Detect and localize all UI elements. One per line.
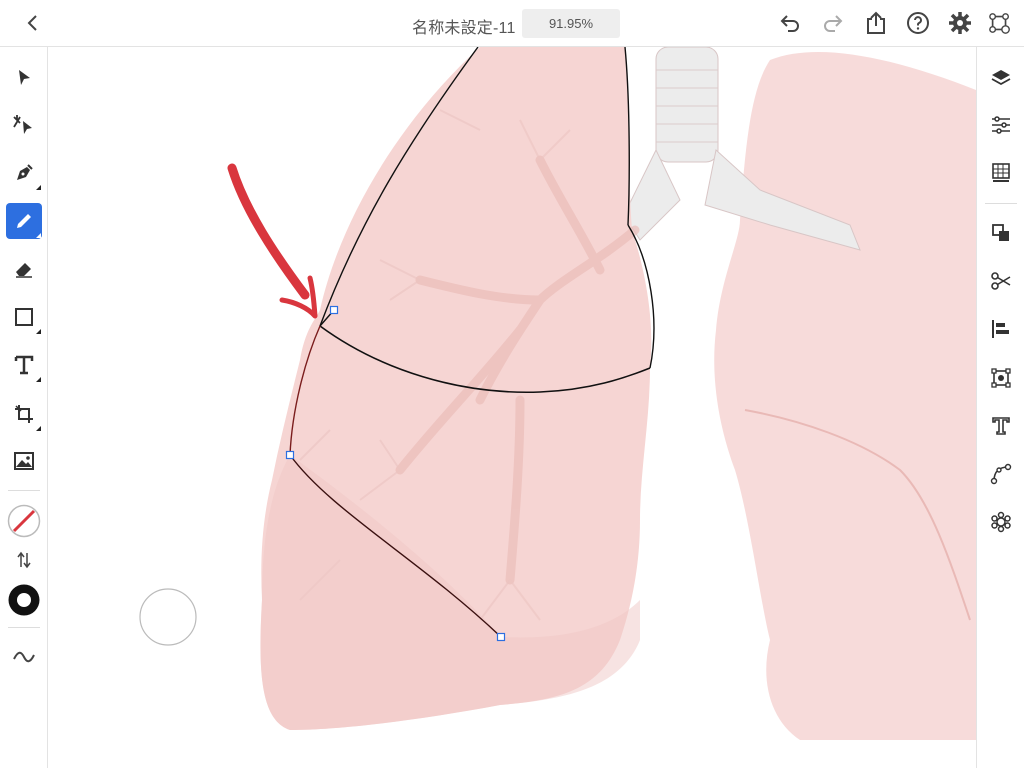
- properties-icon[interactable]: [987, 111, 1015, 139]
- undo-icon[interactable]: [778, 11, 802, 35]
- redo-icon[interactable]: [821, 11, 845, 35]
- artboard-canvas[interactable]: [48, 47, 976, 768]
- document-title[interactable]: 名称未設定-11: [412, 14, 516, 38]
- type-panel-icon[interactable]: [987, 412, 1015, 440]
- pencil-icon[interactable]: [6, 203, 42, 239]
- transform-grid-icon[interactable]: [987, 158, 1015, 186]
- repeat-icon[interactable]: [987, 508, 1015, 536]
- back-chevron-icon[interactable]: [20, 10, 46, 36]
- direct-selection-icon[interactable]: [6, 107, 42, 143]
- left-toolbar: [0, 47, 48, 768]
- rectangle-icon[interactable]: [6, 299, 42, 335]
- image-icon[interactable]: [6, 443, 42, 479]
- right-toolbar: [976, 47, 1024, 768]
- swap-colors-icon[interactable]: [6, 542, 42, 578]
- touch-modifier-circle[interactable]: [139, 588, 197, 646]
- trace-image-icon[interactable]: [987, 364, 1015, 392]
- help-icon[interactable]: [906, 11, 930, 35]
- layers-icon[interactable]: [987, 64, 1015, 92]
- lung-illustration: [139, 47, 976, 740]
- pathfinder-scissors-icon[interactable]: [987, 267, 1015, 295]
- share-icon[interactable]: [864, 11, 888, 35]
- touch-shortcut-icon[interactable]: [988, 11, 1012, 35]
- align-icon[interactable]: [987, 315, 1015, 343]
- selection-arrow-icon[interactable]: [6, 60, 42, 96]
- settings-gear-icon[interactable]: [948, 11, 972, 35]
- fill-swatch-icon[interactable]: [6, 582, 42, 618]
- pen-icon[interactable]: [6, 155, 42, 191]
- type-icon[interactable]: [6, 347, 42, 383]
- annotation-arrow: [227, 163, 318, 319]
- eraser-icon[interactable]: [6, 251, 42, 287]
- zoom-level[interactable]: 91.95%: [522, 9, 620, 38]
- path-icon[interactable]: [987, 460, 1015, 488]
- top-bar: 名称未設定-11 91.95%: [0, 0, 1024, 47]
- stroke-width-icon[interactable]: [6, 639, 42, 675]
- arrange-icon[interactable]: [987, 219, 1015, 247]
- stroke-swatch-icon[interactable]: [6, 503, 42, 539]
- shaper-icon[interactable]: [6, 396, 42, 432]
